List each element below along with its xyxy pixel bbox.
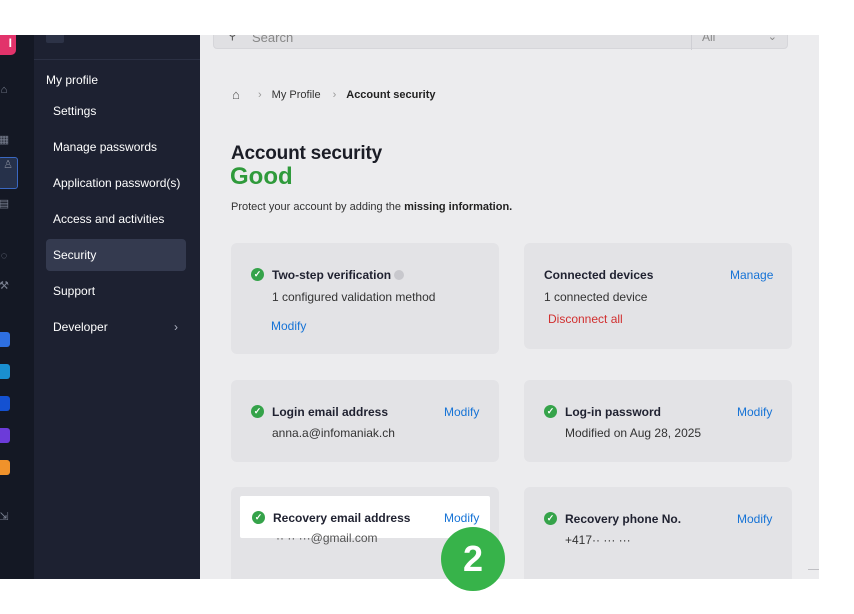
menu-item-manage-passwords[interactable]: Manage passwords bbox=[46, 131, 186, 163]
app-icon-3[interactable] bbox=[0, 396, 10, 411]
calculator-icon[interactable]: ▦ bbox=[0, 133, 11, 147]
card-title: Log-in password bbox=[565, 405, 661, 419]
tools-icon[interactable]: ⚒ bbox=[0, 279, 11, 293]
support-icon[interactable]: ◌ bbox=[0, 249, 11, 263]
breadcrumb: ⌂ › My Profile › Account security bbox=[232, 87, 436, 103]
search-icon: ⚲ bbox=[228, 35, 237, 42]
breadcrumb-separator: › bbox=[258, 89, 262, 101]
page-description: Protect your account by adding the missi… bbox=[231, 201, 513, 213]
menu-item-security[interactable]: Security bbox=[46, 239, 186, 271]
check-icon: ✓ bbox=[544, 405, 557, 418]
page-title: Account security bbox=[231, 143, 382, 164]
modify-password-link[interactable]: Modify bbox=[737, 405, 772, 419]
manage-devices-link[interactable]: Manage bbox=[730, 268, 773, 282]
card-title: Two-step verification bbox=[272, 268, 405, 282]
search-scope-divider bbox=[691, 35, 692, 50]
password-card: ✓ Log-in password Modify Modified on Aug… bbox=[524, 380, 792, 462]
card-value: anna.a@infomaniak.ch bbox=[272, 426, 395, 440]
menu-item-settings[interactable]: Settings bbox=[46, 95, 186, 127]
id-card-icon[interactable]: ▤ bbox=[0, 197, 11, 211]
card-title: Recovery email address bbox=[273, 511, 411, 525]
two-step-card: ✓ Two-step verification 1 configured val… bbox=[231, 243, 499, 354]
app-icon-1[interactable] bbox=[0, 332, 10, 347]
card-title: Login email address bbox=[272, 405, 389, 419]
menu-heading: My profile bbox=[46, 73, 99, 87]
app-icon-5[interactable] bbox=[0, 460, 10, 475]
login-email-card: ✓ Login email address Modify anna.a@info… bbox=[231, 380, 499, 462]
check-icon: ✓ bbox=[544, 512, 557, 525]
users-icon[interactable]: ♙ bbox=[0, 157, 18, 189]
app-icon-2[interactable] bbox=[0, 364, 10, 379]
breadcrumb-my-profile[interactable]: My Profile bbox=[272, 89, 321, 101]
modify-recovery-phone-link[interactable]: Modify bbox=[737, 512, 772, 526]
window-edge bbox=[808, 569, 819, 570]
check-icon: ✓ bbox=[251, 268, 264, 281]
security-status: Good bbox=[230, 163, 293, 190]
card-subtitle: 1 configured validation method bbox=[272, 290, 436, 304]
recovery-phone-card: ✓ Recovery phone No. Modify +417·· ··· ·… bbox=[524, 487, 792, 579]
check-icon: ✓ bbox=[251, 405, 264, 418]
connected-devices-card: Connected devices Manage 1 connected dev… bbox=[524, 243, 792, 349]
chevron-down-icon[interactable]: ⌄ bbox=[768, 35, 777, 43]
menu-divider bbox=[34, 59, 200, 60]
card-title: Recovery phone No. bbox=[565, 512, 682, 526]
recovery-email-card: ✓ Recovery email address Modify ·· ·· ··… bbox=[240, 496, 490, 545]
breadcrumb-separator: › bbox=[332, 89, 337, 101]
icon-rail: I ⌂ ▦ ♙ ▤ ◌ ⚒ ⇲ bbox=[0, 35, 34, 579]
brand-logo[interactable]: I bbox=[0, 35, 16, 55]
card-value: ·· ·· ···@gmail.com bbox=[276, 531, 378, 545]
menu-item-application-passwords[interactable]: Application password(s) bbox=[46, 167, 186, 199]
search-input[interactable]: Search bbox=[252, 35, 293, 45]
step-number-badge: 2 bbox=[441, 527, 505, 591]
chevron-right-icon: › bbox=[174, 320, 178, 334]
card-value: Modified on Aug 28, 2025 bbox=[565, 426, 702, 440]
app-icon-4[interactable] bbox=[0, 428, 10, 443]
logout-icon[interactable]: ⇲ bbox=[0, 510, 11, 524]
profile-menu: My profile Settings Manage passwords App… bbox=[34, 35, 200, 579]
breadcrumb-current: Account security bbox=[346, 89, 436, 101]
modify-two-step-link[interactable]: Modify bbox=[271, 319, 306, 333]
card-title: Connected devices bbox=[544, 268, 654, 282]
menu-item-support[interactable]: Support bbox=[46, 275, 186, 307]
collapse-menu-button[interactable] bbox=[46, 35, 64, 43]
disconnect-all-link[interactable]: Disconnect all bbox=[548, 312, 623, 326]
home-icon[interactable]: ⌂ bbox=[232, 88, 246, 102]
card-value: +417·· ··· ··· bbox=[565, 533, 631, 547]
search-bar[interactable]: ⚲ Search All ⌄ bbox=[213, 35, 788, 50]
modify-login-email-link[interactable]: Modify bbox=[444, 405, 479, 419]
check-icon: ✓ bbox=[252, 511, 265, 524]
info-icon[interactable] bbox=[394, 270, 405, 280]
modify-recovery-email-link[interactable]: Modify bbox=[444, 511, 479, 525]
menu-item-access-activities[interactable]: Access and activities bbox=[46, 203, 186, 235]
menu-item-developer[interactable]: Developer › bbox=[46, 311, 186, 343]
home-icon[interactable]: ⌂ bbox=[0, 83, 11, 97]
card-subtitle: 1 connected device bbox=[544, 290, 648, 304]
search-scope-select[interactable]: All bbox=[702, 35, 715, 44]
